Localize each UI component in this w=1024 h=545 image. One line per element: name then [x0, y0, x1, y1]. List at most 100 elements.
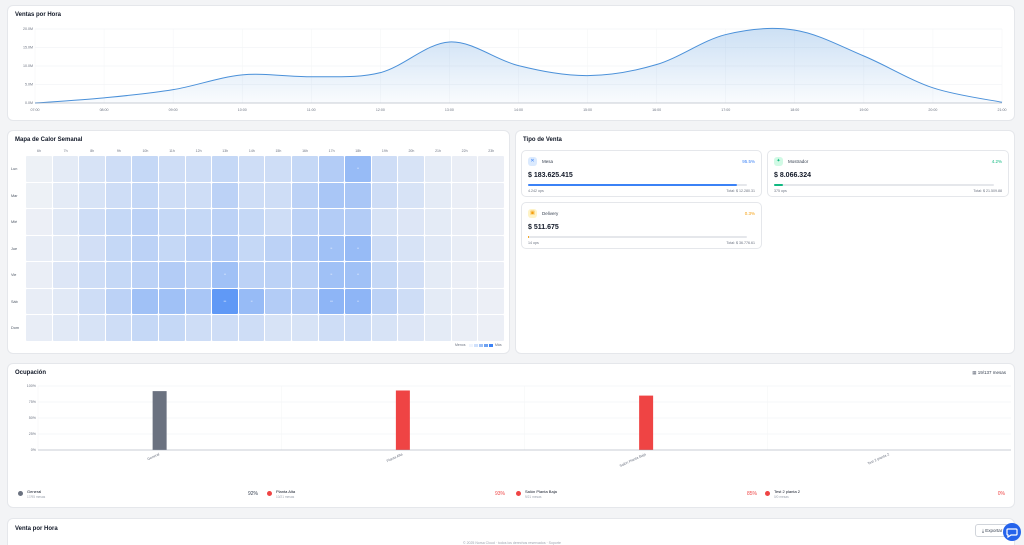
heatmap-cell[interactable] — [451, 288, 478, 314]
heatmap-cell[interactable] — [265, 235, 291, 261]
heatmap-cell[interactable] — [425, 182, 451, 208]
heatmap-cell[interactable] — [212, 315, 238, 341]
heatmap-cell[interactable] — [132, 262, 158, 288]
heatmap-cell[interactable] — [185, 182, 212, 208]
heatmap-cell[interactable] — [159, 156, 185, 182]
heatmap-cell[interactable] — [345, 209, 371, 235]
venta-card-delivery[interactable]: ▣ Delivery 0.3% $ 511.675 14 ops Total: … — [521, 202, 762, 249]
heatmap-cell[interactable] — [132, 209, 158, 235]
heatmap-cell[interactable] — [292, 315, 318, 341]
heatmap-cell[interactable] — [26, 315, 52, 341]
heatmap-cell[interactable] — [26, 182, 52, 208]
heatmap-cell[interactable] — [185, 288, 212, 314]
heatmap-cell[interactable] — [159, 209, 185, 235]
heatmap-cell[interactable] — [265, 315, 291, 341]
heatmap-cell[interactable] — [105, 156, 132, 182]
heatmap-cell[interactable] — [478, 288, 504, 314]
heatmap-cell[interactable] — [132, 288, 158, 314]
heatmap-cell[interactable] — [478, 182, 504, 208]
heatmap-cell[interactable] — [451, 209, 478, 235]
heatmap-cell[interactable] — [238, 262, 265, 288]
heatmap-cell[interactable] — [265, 182, 291, 208]
heatmap-cell[interactable] — [478, 315, 504, 341]
heatmap-cell[interactable] — [185, 209, 212, 235]
heatmap-cell[interactable] — [398, 288, 424, 314]
heatmap-cell[interactable] — [478, 209, 504, 235]
heatmap-cell[interactable] — [478, 262, 504, 288]
heatmap-cell[interactable] — [292, 182, 318, 208]
heatmap-cell[interactable] — [79, 235, 105, 261]
heatmap-cell[interactable] — [26, 235, 52, 261]
venta-card-mesa[interactable]: ✕ Mesa 95.5% $ 183.625.415 4.242 ops Tot… — [521, 150, 762, 197]
heatmap-cell[interactable] — [451, 156, 478, 182]
heatmap-cell[interactable] — [292, 156, 318, 182]
heatmap-cell[interactable] — [398, 156, 424, 182]
heatmap-cell[interactable] — [26, 209, 52, 235]
chat-button[interactable] — [1003, 523, 1021, 541]
heatmap-cell[interactable] — [212, 182, 238, 208]
heatmap-cell[interactable] — [132, 315, 158, 341]
heatmap-cell[interactable] — [105, 235, 132, 261]
heatmap-cell[interactable] — [345, 315, 371, 341]
heatmap-cell[interactable] — [79, 315, 105, 341]
heatmap-cell[interactable] — [105, 315, 132, 341]
heatmap-cell[interactable] — [185, 262, 212, 288]
heatmap-cell[interactable] — [52, 235, 79, 261]
heatmap-cell[interactable] — [425, 315, 451, 341]
heatmap-cell[interactable] — [265, 262, 291, 288]
heatmap-cell[interactable] — [371, 288, 398, 314]
heatmap-cell[interactable] — [318, 315, 345, 341]
heatmap-cell[interactable] — [79, 262, 105, 288]
heatmap-cell[interactable] — [425, 235, 451, 261]
heatmap-cell[interactable] — [105, 209, 132, 235]
heatmap-cell[interactable] — [79, 182, 105, 208]
heatmap-cell[interactable] — [371, 156, 398, 182]
heatmap-cell[interactable] — [371, 262, 398, 288]
heatmap-cell[interactable] — [371, 209, 398, 235]
heatmap-cell[interactable] — [132, 182, 158, 208]
heatmap-cell[interactable] — [451, 182, 478, 208]
heatmap-cell[interactable] — [26, 262, 52, 288]
heatmap-cell[interactable] — [26, 288, 52, 314]
heatmap-cell[interactable] — [425, 262, 451, 288]
venta-card-mostrador[interactable]: ✦ Mostrador 4.2% $ 8.066.324 375 ops Tot… — [767, 150, 1009, 197]
heatmap-cell[interactable] — [159, 315, 185, 341]
heatmap-cell[interactable] — [478, 156, 504, 182]
heatmap-cell[interactable] — [238, 156, 265, 182]
heatmap-cell[interactable] — [292, 209, 318, 235]
heatmap-cell[interactable] — [398, 315, 424, 341]
heatmap-cell[interactable] — [79, 156, 105, 182]
heatmap-cell[interactable] — [212, 209, 238, 235]
heatmap-cell[interactable] — [159, 182, 185, 208]
heatmap-cell[interactable] — [292, 235, 318, 261]
heatmap-cell[interactable] — [478, 235, 504, 261]
heatmap-cell[interactable] — [105, 288, 132, 314]
heatmap-cell[interactable] — [451, 262, 478, 288]
heatmap-cell[interactable] — [451, 315, 478, 341]
heatmap-cell[interactable] — [132, 235, 158, 261]
heatmap-cell[interactable] — [371, 235, 398, 261]
heatmap-cell[interactable] — [212, 235, 238, 261]
heatmap-cell[interactable] — [265, 209, 291, 235]
heatmap-cell[interactable] — [425, 288, 451, 314]
heatmap-cell[interactable] — [52, 288, 79, 314]
heatmap-cell[interactable] — [132, 156, 158, 182]
heatmap-cell[interactable] — [52, 209, 79, 235]
heatmap-cell[interactable] — [185, 156, 212, 182]
heatmap-cell[interactable] — [105, 182, 132, 208]
heatmap-cell[interactable] — [345, 182, 371, 208]
heatmap-cell[interactable] — [159, 262, 185, 288]
heatmap-cell[interactable] — [238, 235, 265, 261]
heatmap-cell[interactable] — [159, 235, 185, 261]
heatmap-cell[interactable] — [292, 288, 318, 314]
heatmap-cell[interactable] — [318, 182, 345, 208]
heatmap-cell[interactable] — [371, 315, 398, 341]
heatmap-cell[interactable] — [238, 182, 265, 208]
heatmap-cell[interactable] — [292, 262, 318, 288]
heatmap-cell[interactable] — [398, 182, 424, 208]
heatmap-cell[interactable] — [398, 209, 424, 235]
heatmap-cell[interactable] — [185, 315, 212, 341]
heatmap-cell[interactable] — [26, 156, 52, 182]
heatmap-cell[interactable] — [238, 315, 265, 341]
heatmap-cell[interactable] — [212, 156, 238, 182]
